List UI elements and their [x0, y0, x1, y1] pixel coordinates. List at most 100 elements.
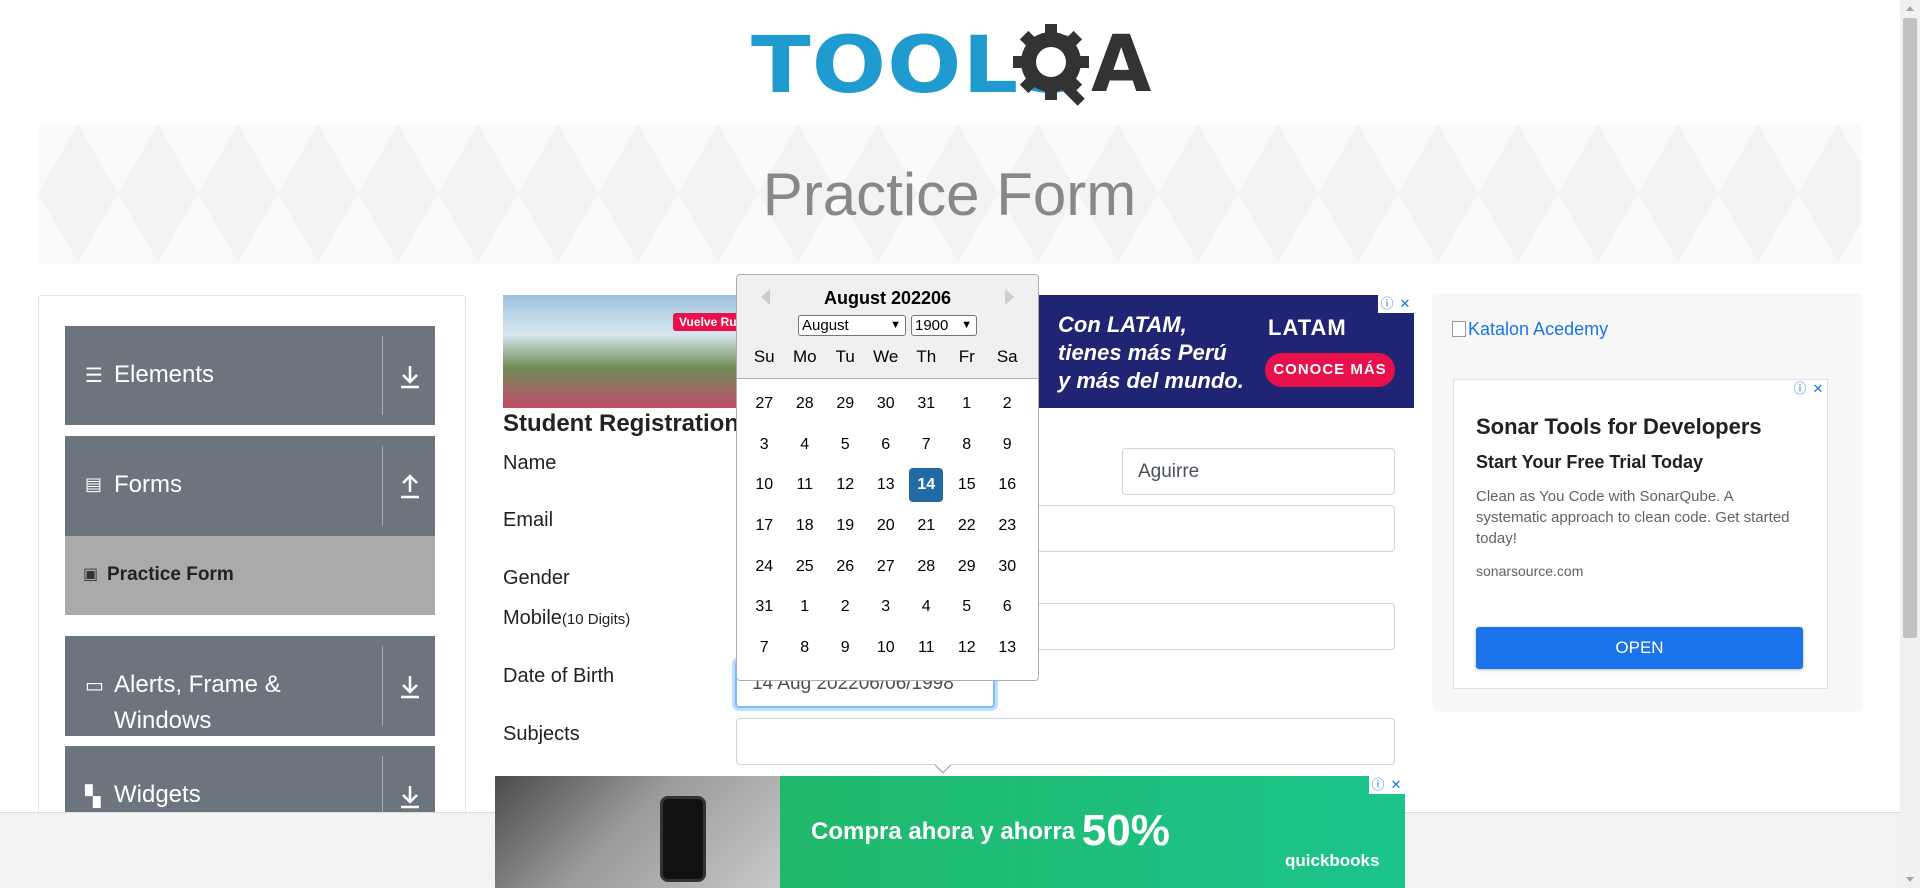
- datepicker-week: 3456789: [744, 428, 1028, 469]
- datepicker-day[interactable]: 9: [825, 631, 866, 665]
- info-icon[interactable]: ⓘ: [1378, 295, 1396, 313]
- chevron-down-icon: ▼: [961, 319, 972, 331]
- datepicker-day[interactable]: 1: [947, 387, 988, 421]
- datepicker-day[interactable]: 7: [744, 631, 785, 665]
- datepicker-day[interactable]: 30: [866, 387, 907, 421]
- divider: [382, 336, 383, 415]
- sidebar-group-alerts[interactable]: ▭ Alerts, Frame & Windows: [65, 636, 435, 736]
- sidebar-group-elements[interactable]: ☰ Elements: [65, 326, 435, 425]
- datepicker-day[interactable]: 22: [947, 509, 988, 543]
- datepicker-day[interactable]: 26: [825, 550, 866, 584]
- adchoices[interactable]: ⓘ ✕: [1378, 295, 1414, 313]
- datepicker-day[interactable]: 10: [744, 468, 785, 502]
- datepicker-day[interactable]: 23: [987, 509, 1028, 543]
- download-icon: [401, 365, 419, 388]
- sidebar-item-label: Practice Form: [107, 564, 234, 585]
- ad-url[interactable]: sonarsource.com: [1476, 563, 1583, 579]
- datepicker-week: 17 18 19 20 21 22 23: [744, 509, 1028, 550]
- sidebar-group-label: Widgets: [114, 781, 201, 808]
- weekday-label: We: [873, 347, 899, 366]
- datepicker-day[interactable]: 5: [825, 428, 866, 462]
- sidebar-group-label: Forms: [114, 471, 182, 498]
- datepicker-day[interactable]: 3: [866, 590, 907, 624]
- datepicker-day[interactable]: 13: [987, 631, 1028, 665]
- datepicker-day[interactable]: 6: [866, 428, 907, 462]
- weekday-header: Su Mo Tu We Th Fr Sa: [737, 347, 1038, 367]
- widget-icon: ▚: [85, 786, 101, 808]
- datepicker-day[interactable]: 28: [785, 387, 826, 421]
- datepicker-day[interactable]: 31: [906, 387, 947, 421]
- adchoices[interactable]: ⓘ ✕: [1791, 380, 1827, 398]
- datepicker-day[interactable]: 2: [825, 590, 866, 624]
- datepicker-day[interactable]: 10: [866, 631, 907, 665]
- last-name-input[interactable]: Aguirre: [1122, 448, 1395, 495]
- datepicker-day[interactable]: 2: [987, 387, 1028, 421]
- page-title: Practice Form: [762, 161, 1137, 228]
- datepicker-day[interactable]: 30: [987, 550, 1028, 584]
- datepicker-day[interactable]: 27: [744, 387, 785, 421]
- year-select[interactable]: 1900 ▼: [911, 315, 977, 336]
- ad-open-button[interactable]: OPEN: [1476, 627, 1803, 669]
- datepicker-day[interactable]: 5: [947, 590, 988, 624]
- datepicker-day[interactable]: 18: [785, 509, 826, 543]
- datepicker-day[interactable]: 29: [825, 387, 866, 421]
- datepicker-day[interactable]: 12: [825, 468, 866, 502]
- divider: [382, 446, 383, 526]
- sidebar-item-practice-form[interactable]: ▣ Practice Form: [65, 536, 435, 615]
- datepicker-day[interactable]: 6: [987, 590, 1028, 624]
- datepicker-day[interactable]: 4: [906, 590, 947, 624]
- datepicker-day[interactable]: 13: [866, 468, 907, 502]
- datepicker-day[interactable]: 19: [825, 509, 866, 543]
- datepicker-day[interactable]: 8: [947, 428, 988, 462]
- month-select[interactable]: August ▼: [798, 315, 906, 336]
- datepicker-day[interactable]: 7: [906, 428, 947, 462]
- ad-title: Sonar Tools for Developers: [1476, 414, 1762, 439]
- datepicker-day[interactable]: 29: [947, 550, 988, 584]
- close-icon[interactable]: ✕: [1396, 295, 1414, 313]
- datepicker-day[interactable]: 14: [909, 468, 944, 503]
- info-icon[interactable]: ⓘ: [1791, 380, 1809, 398]
- datepicker-day[interactable]: 9: [987, 428, 1028, 462]
- toolsqa-logo[interactable]: TOOLS A: [751, 18, 1151, 113]
- subjects-input[interactable]: [736, 718, 1395, 765]
- datepicker-day[interactable]: 4: [785, 428, 826, 462]
- datepicker-day[interactable]: 3: [744, 428, 785, 462]
- mobile-input[interactable]: [1036, 603, 1395, 650]
- close-icon[interactable]: ✕: [1809, 380, 1827, 398]
- datepicker-day[interactable]: 16: [987, 468, 1028, 502]
- datepicker-day[interactable]: 8: [785, 631, 826, 665]
- datepicker-day[interactable]: 17: [744, 509, 785, 543]
- quickbooks-ad[interactable]: Compra ahora y ahorra 50% quickbooks ⓘ ✕: [495, 776, 1405, 888]
- scroll-up-arrow-icon[interactable]: [1906, 6, 1914, 11]
- subjects-label: Subjects: [503, 723, 580, 745]
- close-icon[interactable]: ✕: [1387, 776, 1405, 794]
- datepicker-day[interactable]: 12: [947, 631, 988, 665]
- datepicker-day[interactable]: 20: [866, 509, 907, 543]
- datepicker-day[interactable]: 28: [906, 550, 947, 584]
- adchoices[interactable]: ⓘ ✕: [1369, 776, 1405, 794]
- katalon-ad-link[interactable]: Katalon Acedemy: [1452, 319, 1608, 340]
- info-icon[interactable]: ⓘ: [1369, 776, 1387, 794]
- datepicker-day[interactable]: 24: [744, 550, 785, 584]
- datepicker-day[interactable]: 21: [906, 509, 947, 543]
- name-label: Name: [503, 452, 557, 474]
- download-icon: [401, 676, 419, 699]
- window-icon: ▭: [85, 675, 104, 697]
- datepicker-day[interactable]: 11: [906, 631, 947, 665]
- chevron-down-icon: ▼: [890, 319, 901, 331]
- datepicker-day[interactable]: 31: [744, 590, 785, 624]
- sidebar-group-forms[interactable]: ▤ Forms: [65, 436, 435, 536]
- next-month-button[interactable]: [1005, 289, 1014, 305]
- email-input[interactable]: [1036, 505, 1395, 552]
- datepicker-day[interactable]: 1: [785, 590, 826, 624]
- datepicker-day[interactable]: 27: [866, 550, 907, 584]
- scrollbar-thumb[interactable]: [1903, 18, 1917, 638]
- datepicker-day[interactable]: 15: [947, 468, 988, 502]
- ad-cta-button[interactable]: CONOCE MÁS: [1265, 353, 1395, 387]
- page-scrollbar[interactable]: [1900, 0, 1920, 888]
- scroll-down-arrow-icon[interactable]: [1906, 877, 1914, 882]
- datepicker-day[interactable]: 25: [785, 550, 826, 584]
- datepicker-day[interactable]: 11: [785, 468, 826, 502]
- sidebar: ☰ Elements ▤ Forms ▣ Practice Form ▭ Ale…: [38, 295, 466, 888]
- sonar-ad[interactable]: ⓘ ✕ Sonar Tools for Developers Start You…: [1453, 379, 1828, 689]
